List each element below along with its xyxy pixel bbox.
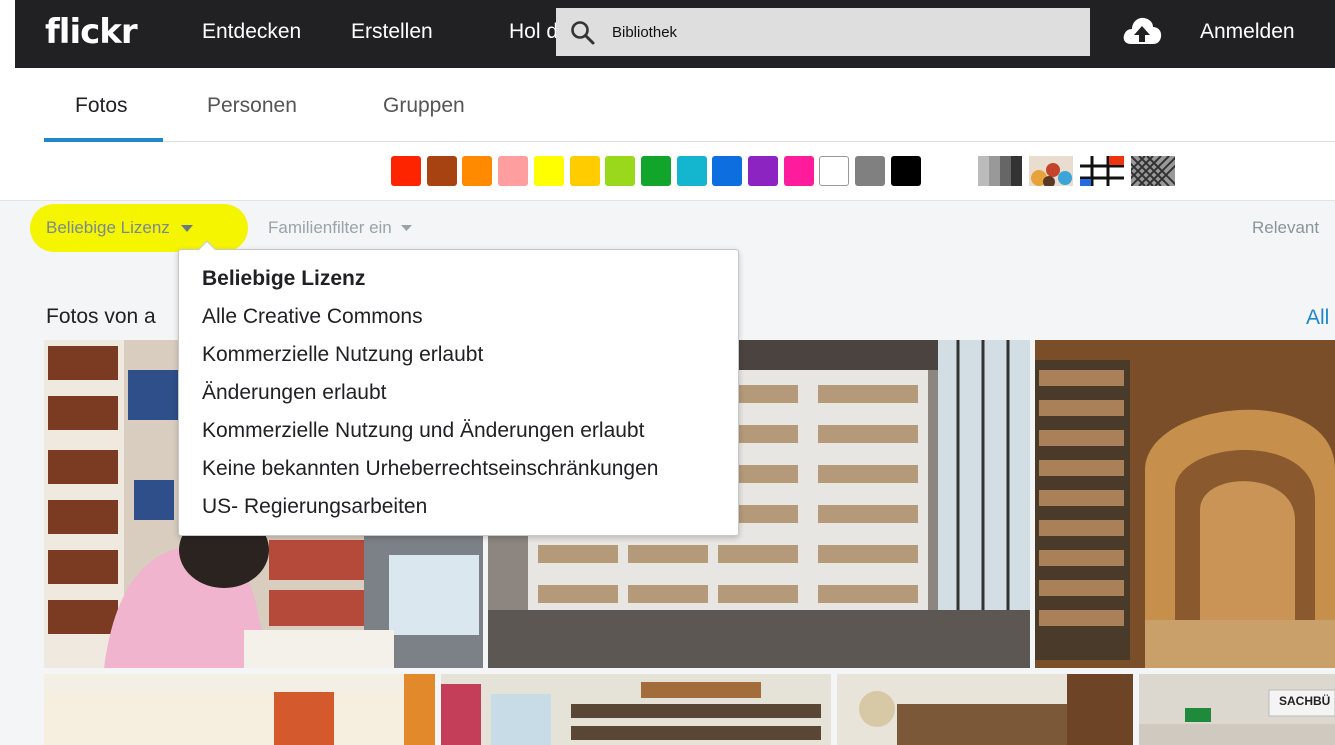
sign-text: SACHBÜ <box>1279 694 1331 708</box>
color-swatch[interactable] <box>748 156 778 186</box>
search-tabs: Fotos Personen Gruppen <box>44 70 1335 142</box>
license-filter-button[interactable]: Beliebige Lizenz <box>46 218 193 238</box>
color-swatch[interactable] <box>855 156 886 186</box>
nav-link-create[interactable]: Erstellen <box>351 20 433 44</box>
photo-bookstore <box>441 674 831 745</box>
caret-down-icon <box>180 224 193 232</box>
color-swatch[interactable] <box>498 156 529 186</box>
sign-in-link[interactable]: Anmelden <box>1200 20 1295 44</box>
search-value: Bibliothek <box>612 24 678 41</box>
license-filter-label: Beliebige Lizenz <box>46 218 170 237</box>
search-input[interactable]: Bibliothek <box>556 8 1090 56</box>
black-and-white-icon[interactable] <box>978 156 1022 186</box>
color-swatch[interactable] <box>605 156 636 186</box>
photo-library-sign <box>1139 674 1335 745</box>
top-navbar: flickr Entdecken Erstellen Hol di Biblio… <box>15 0 1335 68</box>
shallow-depth-of-field-icon[interactable] <box>1029 156 1073 186</box>
license-option-commercial-mods[interactable]: Kommerzielle Nutzung und Änderungen erla… <box>202 419 644 443</box>
search-icon <box>571 21 595 45</box>
license-option-commercial[interactable]: Kommerzielle Nutzung erlaubt <box>202 343 483 367</box>
sort-dropdown[interactable]: Relevant <box>1252 218 1319 238</box>
patterns-icon[interactable] <box>1131 156 1175 186</box>
minimalist-icon[interactable] <box>1080 156 1124 186</box>
color-swatch[interactable] <box>712 156 743 186</box>
color-swatch[interactable] <box>640 156 671 186</box>
section-title: Fotos von a <box>46 305 156 328</box>
tab-photos[interactable]: Fotos <box>75 94 128 118</box>
family-filter-button[interactable]: Familienfilter ein <box>268 218 412 238</box>
photo-ornate-library <box>837 674 1133 745</box>
photo-result[interactable] <box>44 674 435 745</box>
color-swatch[interactable] <box>426 156 457 186</box>
tab-groups[interactable]: Gruppen <box>383 94 465 118</box>
license-option-any[interactable]: Beliebige Lizenz <box>202 267 365 291</box>
license-dropdown-menu: Beliebige Lizenz Alle Creative Commons K… <box>178 240 739 536</box>
license-option-mods-allowed[interactable]: Änderungen erlaubt <box>202 381 386 405</box>
color-swatch[interactable] <box>391 156 421 186</box>
color-swatch[interactable] <box>533 156 564 186</box>
caret-down-icon <box>400 225 412 232</box>
license-option-all-cc[interactable]: Alle Creative Commons <box>202 305 423 329</box>
license-option-no-known-copyright[interactable]: Keine bekannten Urheberrechtseinschränku… <box>202 457 658 481</box>
color-swatch[interactable] <box>462 156 493 186</box>
view-all-link[interactable]: All <box>1306 306 1329 330</box>
nav-link-explore[interactable]: Entdecken <box>202 20 301 44</box>
color-swatch[interactable] <box>783 156 814 186</box>
photo-result[interactable] <box>441 674 831 745</box>
color-swatch[interactable] <box>676 156 707 186</box>
family-filter-label: Familienfilter ein <box>268 218 392 237</box>
photo-arched-library <box>1035 340 1335 668</box>
photo-reading-room <box>44 674 435 745</box>
photo-result[interactable] <box>837 674 1133 745</box>
active-tab-indicator <box>44 138 163 142</box>
color-swatch[interactable] <box>819 156 850 186</box>
photo-result[interactable]: SACHBÜ <box>1139 674 1335 745</box>
nav-link-get-pro[interactable]: Hol di <box>509 20 563 44</box>
tab-people[interactable]: Personen <box>207 94 297 118</box>
upload-cloud-icon[interactable] <box>1122 14 1162 48</box>
license-option-us-government[interactable]: US- Regierungsarbeiten <box>202 495 427 519</box>
photo-result[interactable] <box>1035 340 1335 668</box>
color-swatch[interactable] <box>569 156 600 186</box>
flickr-logo[interactable]: flickr <box>45 12 138 52</box>
color-swatch[interactable] <box>890 156 921 186</box>
